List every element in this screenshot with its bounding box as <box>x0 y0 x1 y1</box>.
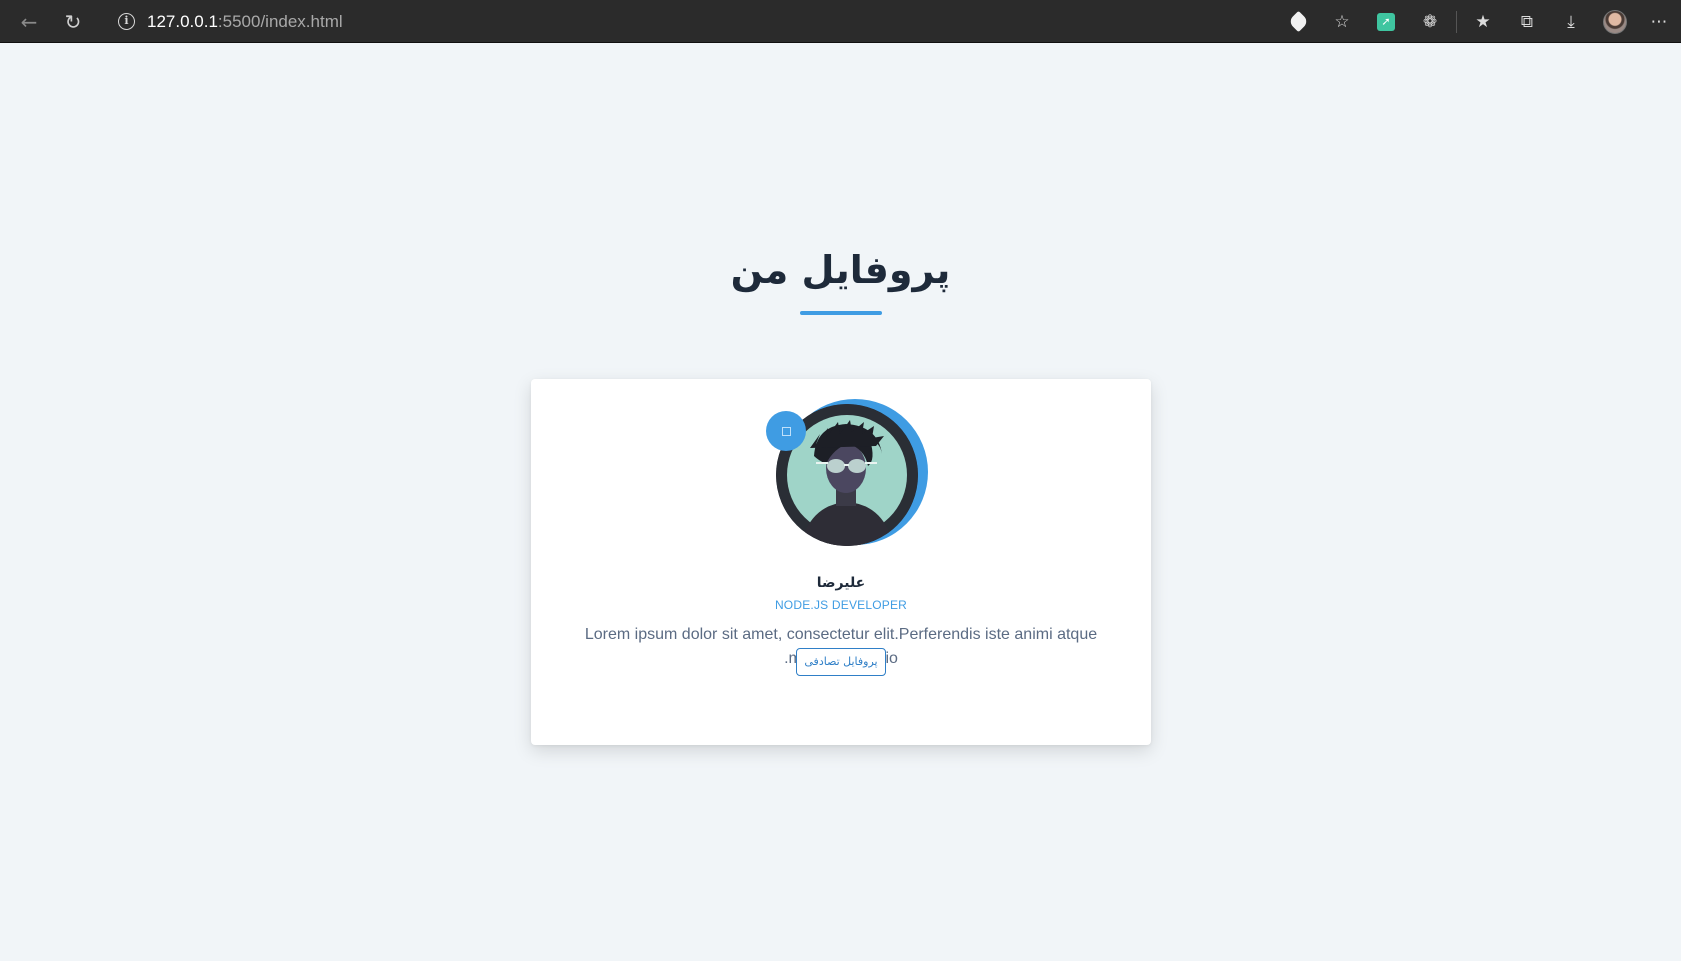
collections-icon[interactable]: ⧉ <box>1512 7 1542 37</box>
profile-name: علیرضا <box>816 575 866 591</box>
info-icon[interactable]: i <box>118 13 135 30</box>
address-bar[interactable]: i 127.0.0.1:5500/index.html <box>104 5 484 38</box>
reload-icon[interactable]: ↻ <box>58 7 88 37</box>
avatar-container <box>766 399 928 554</box>
back-arrow-icon[interactable]: ← <box>14 7 44 37</box>
download-icon[interactable]: ⤓ <box>1556 7 1586 37</box>
browser-toolbar: ← ↻ i 127.0.0.1:5500/index.html ☆ ➚ ❁ ★ … <box>0 0 1681 43</box>
toolbar-right: ☆ ➚ ❁ ★ ⧉ ⤓ ⋯ <box>1276 0 1681 43</box>
square-icon <box>781 426 791 436</box>
random-profile-button[interactable]: پروفایل تصادفی <box>796 648 886 676</box>
profile-role: NODE.JS DEVELOPER <box>774 598 908 612</box>
green-extension-icon[interactable]: ➚ <box>1371 7 1401 37</box>
puzzle-icon[interactable]: ❁ <box>1415 7 1445 37</box>
star-plus-icon[interactable]: ☆ <box>1327 7 1357 37</box>
more-icon[interactable]: ⋯ <box>1644 7 1674 37</box>
profile-avatar[interactable] <box>1600 7 1630 37</box>
profile-card: علیرضا NODE.JS DEVELOPER Lorem ipsum dol… <box>531 379 1151 745</box>
favorites-icon[interactable]: ★ <box>1468 7 1498 37</box>
page-body: پروفایل من علیرضا NODE.JS DEVELOPER Lore… <box>1 43 1680 961</box>
title-underline <box>800 311 882 315</box>
status-badge <box>766 411 806 451</box>
toolbar-divider <box>1456 10 1457 33</box>
url-text[interactable]: 127.0.0.1:5500/index.html <box>147 12 343 32</box>
tag-icon[interactable] <box>1283 7 1313 37</box>
page-title: پروفایل من <box>730 248 951 292</box>
